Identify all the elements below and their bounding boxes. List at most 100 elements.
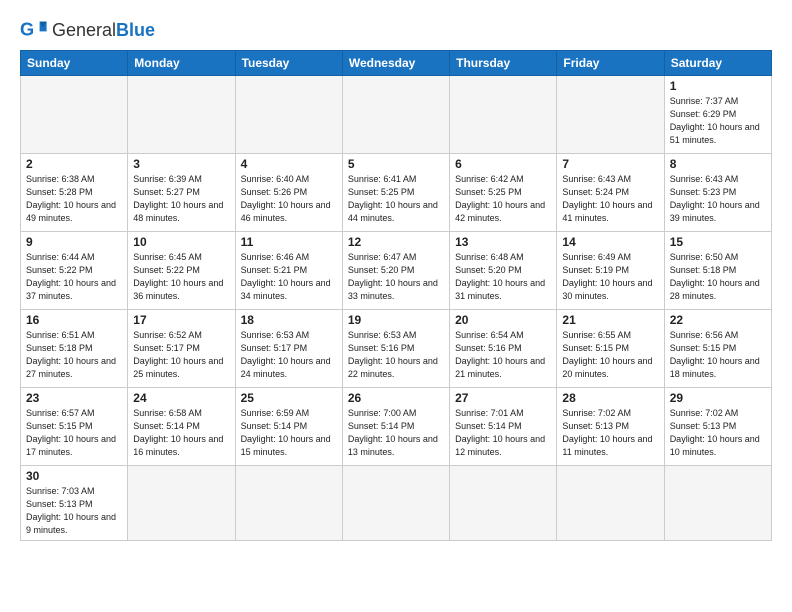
calendar-week-2: 9 Sunrise: 6:44 AMSunset: 5:22 PMDaylight…	[21, 232, 772, 310]
logo-icon: G	[20, 16, 48, 44]
day-number: 18	[241, 313, 337, 327]
calendar-cell	[235, 76, 342, 154]
day-info: Sunrise: 6:38 AMSunset: 5:28 PMDaylight:…	[26, 173, 122, 225]
day-info: Sunrise: 6:54 AMSunset: 5:16 PMDaylight:…	[455, 329, 551, 381]
day-number: 19	[348, 313, 444, 327]
day-info: Sunrise: 6:57 AMSunset: 5:15 PMDaylight:…	[26, 407, 122, 459]
day-number: 24	[133, 391, 229, 405]
page: G GeneralBlue SundayMondayTuesdayWednesd…	[0, 0, 792, 612]
day-number: 22	[670, 313, 766, 327]
day-info: Sunrise: 6:44 AMSunset: 5:22 PMDaylight:…	[26, 251, 122, 303]
logo: G GeneralBlue	[20, 16, 155, 44]
calendar-cell: 3 Sunrise: 6:39 AMSunset: 5:27 PMDaylight…	[128, 154, 235, 232]
calendar-cell: 2 Sunrise: 6:38 AMSunset: 5:28 PMDaylight…	[21, 154, 128, 232]
day-info: Sunrise: 6:49 AMSunset: 5:19 PMDaylight:…	[562, 251, 658, 303]
day-info: Sunrise: 7:03 AMSunset: 5:13 PMDaylight:…	[26, 485, 122, 537]
calendar-cell: 23 Sunrise: 6:57 AMSunset: 5:15 PMDayligh…	[21, 388, 128, 466]
day-number: 26	[348, 391, 444, 405]
weekday-header-monday: Monday	[128, 51, 235, 76]
header: G GeneralBlue	[20, 16, 772, 44]
day-number: 14	[562, 235, 658, 249]
calendar-cell: 6 Sunrise: 6:42 AMSunset: 5:25 PMDaylight…	[450, 154, 557, 232]
calendar-cell: 8Sunrise: 6:43 AMSunset: 5:23 PMDaylight…	[664, 154, 771, 232]
day-number: 2	[26, 157, 122, 171]
calendar-cell	[557, 76, 664, 154]
calendar-cell: 14 Sunrise: 6:49 AMSunset: 5:19 PMDayligh…	[557, 232, 664, 310]
day-number: 21	[562, 313, 658, 327]
day-info: Sunrise: 6:53 AMSunset: 5:17 PMDaylight:…	[241, 329, 337, 381]
calendar-cell: 28Sunrise: 7:02 AMSunset: 5:13 PMDayligh…	[557, 388, 664, 466]
calendar-cell	[128, 76, 235, 154]
day-info: Sunrise: 7:02 AMSunset: 5:13 PMDaylight:…	[670, 407, 766, 459]
day-number: 9	[26, 235, 122, 249]
day-info: Sunrise: 7:37 AMSunset: 6:29 PMDaylight:…	[670, 95, 766, 147]
day-number: 6	[455, 157, 551, 171]
calendar-cell: 12 Sunrise: 6:47 AMSunset: 5:20 PMDayligh…	[342, 232, 449, 310]
day-number: 11	[241, 235, 337, 249]
weekday-header-tuesday: Tuesday	[235, 51, 342, 76]
calendar-cell: 9 Sunrise: 6:44 AMSunset: 5:22 PMDaylight…	[21, 232, 128, 310]
day-number: 10	[133, 235, 229, 249]
weekday-header-saturday: Saturday	[664, 51, 771, 76]
weekday-header-friday: Friday	[557, 51, 664, 76]
day-info: Sunrise: 6:52 AMSunset: 5:17 PMDaylight:…	[133, 329, 229, 381]
day-info: Sunrise: 6:43 AMSunset: 5:23 PMDaylight:…	[670, 173, 766, 225]
calendar-cell: 22 Sunrise: 6:56 AMSunset: 5:15 PMDayligh…	[664, 310, 771, 388]
day-number: 13	[455, 235, 551, 249]
calendar-cell	[342, 76, 449, 154]
day-info: Sunrise: 6:46 AMSunset: 5:21 PMDaylight:…	[241, 251, 337, 303]
day-info: Sunrise: 6:56 AMSunset: 5:15 PMDaylight:…	[670, 329, 766, 381]
calendar-cell: 11 Sunrise: 6:46 AMSunset: 5:21 PMDayligh…	[235, 232, 342, 310]
day-number: 20	[455, 313, 551, 327]
day-info: Sunrise: 6:41 AMSunset: 5:25 PMDaylight:…	[348, 173, 444, 225]
logo-text: GeneralBlue	[52, 20, 155, 41]
calendar-cell: 5 Sunrise: 6:41 AMSunset: 5:25 PMDaylight…	[342, 154, 449, 232]
svg-text:G: G	[20, 20, 34, 40]
day-info: Sunrise: 6:45 AMSunset: 5:22 PMDaylight:…	[133, 251, 229, 303]
calendar-cell	[342, 466, 449, 541]
calendar: SundayMondayTuesdayWednesdayThursdayFrid…	[20, 50, 772, 541]
day-number: 23	[26, 391, 122, 405]
calendar-cell: 16Sunrise: 6:51 AMSunset: 5:18 PMDayligh…	[21, 310, 128, 388]
day-number: 27	[455, 391, 551, 405]
calendar-cell	[450, 466, 557, 541]
day-info: Sunrise: 6:59 AMSunset: 5:14 PMDaylight:…	[241, 407, 337, 459]
day-info: Sunrise: 6:47 AMSunset: 5:20 PMDaylight:…	[348, 251, 444, 303]
day-number: 1	[670, 79, 766, 93]
calendar-week-5: 30 Sunrise: 7:03 AMSunset: 5:13 PMDayligh…	[21, 466, 772, 541]
day-info: Sunrise: 6:58 AMSunset: 5:14 PMDaylight:…	[133, 407, 229, 459]
day-info: Sunrise: 6:39 AMSunset: 5:27 PMDaylight:…	[133, 173, 229, 225]
calendar-cell: 25Sunrise: 6:59 AMSunset: 5:14 PMDayligh…	[235, 388, 342, 466]
day-number: 3	[133, 157, 229, 171]
calendar-cell: 24 Sunrise: 6:58 AMSunset: 5:14 PMDayligh…	[128, 388, 235, 466]
weekday-header-sunday: Sunday	[21, 51, 128, 76]
day-number: 5	[348, 157, 444, 171]
calendar-cell: 29 Sunrise: 7:02 AMSunset: 5:13 PMDayligh…	[664, 388, 771, 466]
weekday-header-wednesday: Wednesday	[342, 51, 449, 76]
day-info: Sunrise: 7:02 AMSunset: 5:13 PMDaylight:…	[562, 407, 658, 459]
calendar-cell: 15 Sunrise: 6:50 AMSunset: 5:18 PMDayligh…	[664, 232, 771, 310]
day-number: 29	[670, 391, 766, 405]
day-info: Sunrise: 6:51 AMSunset: 5:18 PMDaylight:…	[26, 329, 122, 381]
day-info: Sunrise: 6:48 AMSunset: 5:20 PMDaylight:…	[455, 251, 551, 303]
calendar-week-0: 1 Sunrise: 7:37 AMSunset: 6:29 PMDaylight…	[21, 76, 772, 154]
day-number: 4	[241, 157, 337, 171]
calendar-cell	[450, 76, 557, 154]
day-number: 30	[26, 469, 122, 483]
calendar-week-3: 16Sunrise: 6:51 AMSunset: 5:18 PMDayligh…	[21, 310, 772, 388]
day-number: 15	[670, 235, 766, 249]
calendar-cell: 7Sunrise: 6:43 AMSunset: 5:24 PMDaylight…	[557, 154, 664, 232]
day-info: Sunrise: 7:00 AMSunset: 5:14 PMDaylight:…	[348, 407, 444, 459]
day-info: Sunrise: 6:53 AMSunset: 5:16 PMDaylight:…	[348, 329, 444, 381]
calendar-week-1: 2 Sunrise: 6:38 AMSunset: 5:28 PMDaylight…	[21, 154, 772, 232]
day-info: Sunrise: 6:50 AMSunset: 5:18 PMDaylight:…	[670, 251, 766, 303]
day-info: Sunrise: 6:42 AMSunset: 5:25 PMDaylight:…	[455, 173, 551, 225]
calendar-cell: 19 Sunrise: 6:53 AMSunset: 5:16 PMDayligh…	[342, 310, 449, 388]
calendar-cell	[235, 466, 342, 541]
calendar-cell	[664, 466, 771, 541]
calendar-cell: 17Sunrise: 6:52 AMSunset: 5:17 PMDayligh…	[128, 310, 235, 388]
calendar-cell: 18 Sunrise: 6:53 AMSunset: 5:17 PMDayligh…	[235, 310, 342, 388]
weekday-header-thursday: Thursday	[450, 51, 557, 76]
calendar-cell: 27Sunrise: 7:01 AMSunset: 5:14 PMDayligh…	[450, 388, 557, 466]
day-number: 12	[348, 235, 444, 249]
